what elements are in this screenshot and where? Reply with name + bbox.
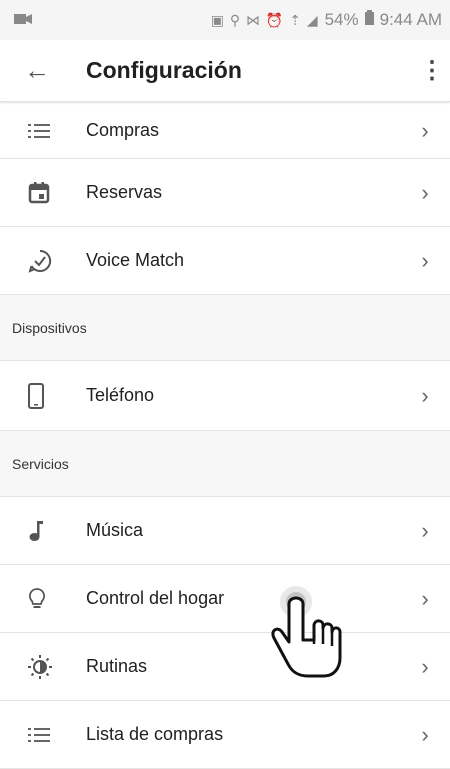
list-item-voice-match[interactable]: Voice Match › <box>0 227 450 295</box>
routine-sun-icon <box>0 654 86 679</box>
chevron-right-icon: › <box>421 517 429 543</box>
voice-match-icon <box>0 249 86 273</box>
status-right: ▣ ⚲ ⋈ ⏰ ⇡ ◢ 54% 9:44 AM <box>211 10 442 30</box>
list-item-label: Control del hogar <box>86 588 225 608</box>
phone-icon <box>0 382 86 409</box>
lightbulb-icon <box>0 587 86 611</box>
settings-list: Compras › Reservas › Voice Match › Dispo… <box>0 103 450 769</box>
app-bar: ← Configuración ⋮ <box>0 40 450 102</box>
battery-icon <box>364 10 374 30</box>
list-item-telefono[interactable]: Teléfono › <box>0 361 450 431</box>
clock: 9:44 AM <box>379 10 442 29</box>
list-item-control-hogar[interactable]: Control del hogar › <box>0 565 450 633</box>
status-icons: ▣ ⚲ ⋈ ⏰ ⇡ ◢ <box>210 11 319 28</box>
chevron-right-icon: › <box>421 117 429 143</box>
chevron-right-icon: › <box>421 653 429 679</box>
list-item-rutinas[interactable]: Rutinas › <box>0 633 450 701</box>
list-item-label: Voice Match <box>86 250 185 270</box>
page-title: Configuración <box>86 57 242 83</box>
chevron-right-icon: › <box>421 382 429 408</box>
list-item-label: Compras <box>86 120 160 140</box>
battery-level: 54% <box>324 10 359 29</box>
list-item-label: Teléfono <box>86 385 155 405</box>
list-item-reservas[interactable]: Reservas › <box>0 159 450 227</box>
more-options-icon[interactable]: ⋮ <box>414 56 450 85</box>
video-icon <box>14 10 32 30</box>
music-note-icon <box>0 520 86 542</box>
section-header-servicios: Servicios <box>0 431 450 497</box>
list-item-label: Rutinas <box>86 656 148 676</box>
list-icon <box>0 123 86 139</box>
list-item-label: Música <box>86 520 144 540</box>
status-bar: ▣ ⚲ ⋈ ⏰ ⇡ ◢ 54% 9:44 AM <box>0 0 450 40</box>
back-arrow-icon[interactable]: ← <box>0 55 86 86</box>
list-item-compras[interactable]: Compras › <box>0 103 450 159</box>
chevron-right-icon: › <box>421 247 429 273</box>
section-header-dispositivos: Dispositivos <box>0 295 450 361</box>
list-item-label: Lista de compras <box>86 724 224 744</box>
calendar-icon <box>0 181 86 204</box>
list-item-musica[interactable]: Música › <box>0 497 450 565</box>
list-icon <box>0 727 86 743</box>
chevron-right-icon: › <box>421 721 429 747</box>
chevron-right-icon: › <box>421 585 429 611</box>
pointer-hand-cursor-icon <box>258 580 348 690</box>
chevron-right-icon: › <box>421 179 429 205</box>
list-item-lista-compras[interactable]: Lista de compras › <box>0 701 450 769</box>
list-item-label: Reservas <box>86 182 163 202</box>
